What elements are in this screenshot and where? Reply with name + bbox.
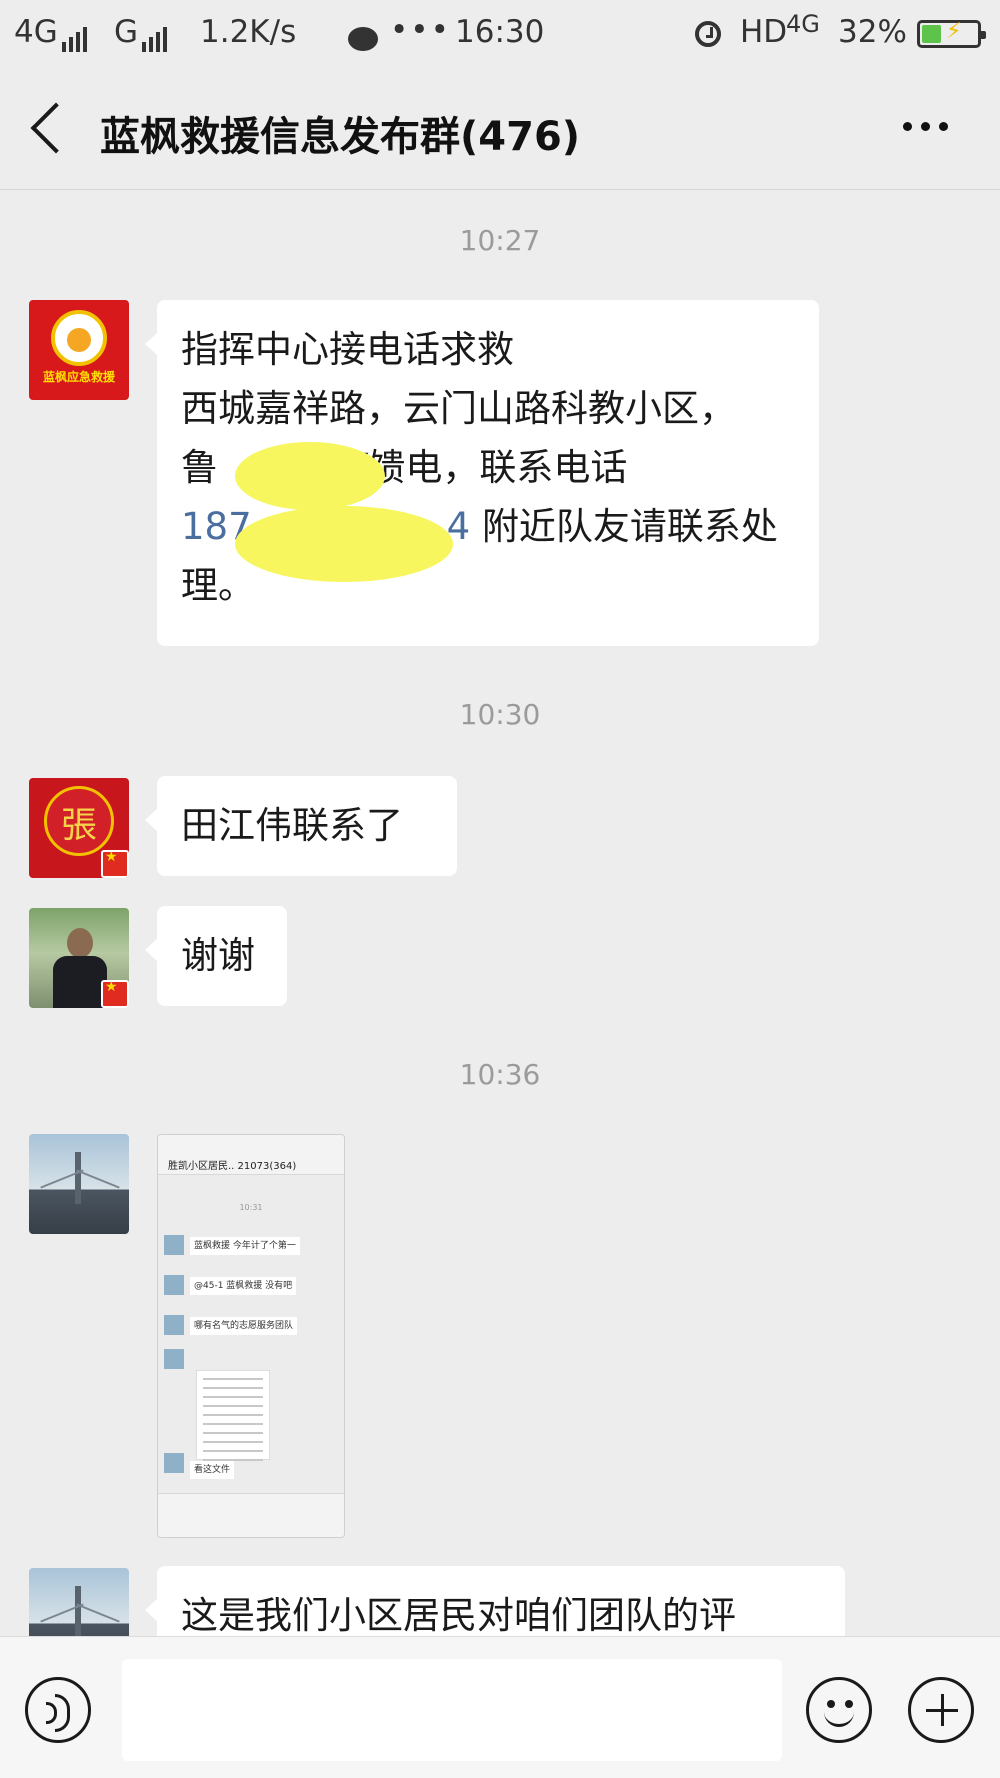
- emoji-icon[interactable]: [806, 1677, 872, 1743]
- add-attachment-icon[interactable]: [908, 1677, 974, 1743]
- avatar[interactable]: [29, 1134, 129, 1234]
- alarm-icon: [695, 16, 721, 52]
- message-text: 谢谢: [181, 934, 255, 977]
- china-flag-icon: [101, 849, 129, 878]
- thumbnail-document: [196, 1370, 270, 1461]
- thumbnail-title: 胜凯小区居民.. 21073(364): [168, 1161, 297, 1172]
- message-bubble[interactable]: 田江伟联系了: [145, 776, 457, 876]
- network-indicator-g: G: [114, 14, 170, 52]
- avatar[interactable]: 張: [29, 778, 129, 878]
- thumbnail-line: 看这文件: [190, 1461, 235, 1479]
- network-indicator-4g: 4G: [14, 14, 90, 52]
- thumbnail-line: 蓝枫救援 今年计了个第一: [190, 1237, 300, 1255]
- input-bar: [0, 1636, 1000, 1778]
- clock: 16:30: [455, 14, 545, 50]
- thumbnail-line: @45-1 蓝枫救援 没有吧: [190, 1277, 297, 1295]
- more-notifications-icon: •••: [390, 12, 451, 48]
- avatar-seal-character: 張: [60, 805, 97, 846]
- redaction-mark: [235, 506, 453, 582]
- avatar-logo-text: 蓝枫应急救援: [42, 370, 115, 384]
- more-options-icon[interactable]: [903, 116, 959, 140]
- back-icon[interactable]: [30, 102, 82, 154]
- chat-title: 蓝枫救援信息发布群(476): [100, 114, 581, 160]
- logo-face-icon: [67, 328, 91, 352]
- message-bubble[interactable]: 指挥中心接电话求救 西城嘉祥路，云门山路科教小区， 鲁 Y馈电，联系电话 187…: [145, 300, 819, 646]
- china-flag-icon: [101, 979, 129, 1008]
- image-message[interactable]: 胜凯小区居民.. 21073(364) 10:31 蓝枫救援 今年计了个第一 @…: [157, 1134, 345, 1538]
- message-text: 田江伟联系了: [181, 804, 403, 847]
- battery-icon: ⚡: [917, 19, 986, 48]
- redaction-mark: [235, 442, 385, 510]
- status-bar: 4G G 1.2K/s ••• 16:30 HD 4G 32% ⚡: [0, 0, 1000, 72]
- network-indicator-4g-right: 4G: [786, 10, 820, 38]
- chat-notification-icon: [348, 20, 378, 56]
- message-bubble[interactable]: 谢谢: [145, 906, 287, 1006]
- avatar[interactable]: 蓝枫应急救援: [29, 300, 129, 400]
- message-timestamp: 10:30: [459, 698, 541, 731]
- message-text: 西城嘉祥路，云门山路科教小区，: [181, 387, 736, 430]
- signal-icon: [61, 16, 90, 52]
- hd-indicator: HD: [740, 14, 788, 50]
- avatar[interactable]: [29, 908, 129, 1008]
- chat-header: 蓝枫救援信息发布群(476): [0, 72, 1000, 190]
- thumbnail-line: 哪有名气的志愿服务团队: [190, 1317, 298, 1335]
- charging-icon: ⚡: [946, 19, 962, 44]
- signal-icon: [142, 16, 170, 52]
- network-speed: 1.2K/s: [200, 14, 297, 50]
- message-timestamp: 10:27: [459, 224, 541, 257]
- thumbnail-time: 10:31: [239, 1203, 263, 1212]
- message-text: 指挥中心接电话求救: [181, 328, 514, 371]
- battery-level: [922, 25, 941, 43]
- voice-input-icon[interactable]: [25, 1677, 91, 1743]
- battery-percent: 32%: [838, 14, 907, 50]
- message-input[interactable]: [122, 1659, 782, 1761]
- message-timestamp: 10:36: [459, 1058, 541, 1091]
